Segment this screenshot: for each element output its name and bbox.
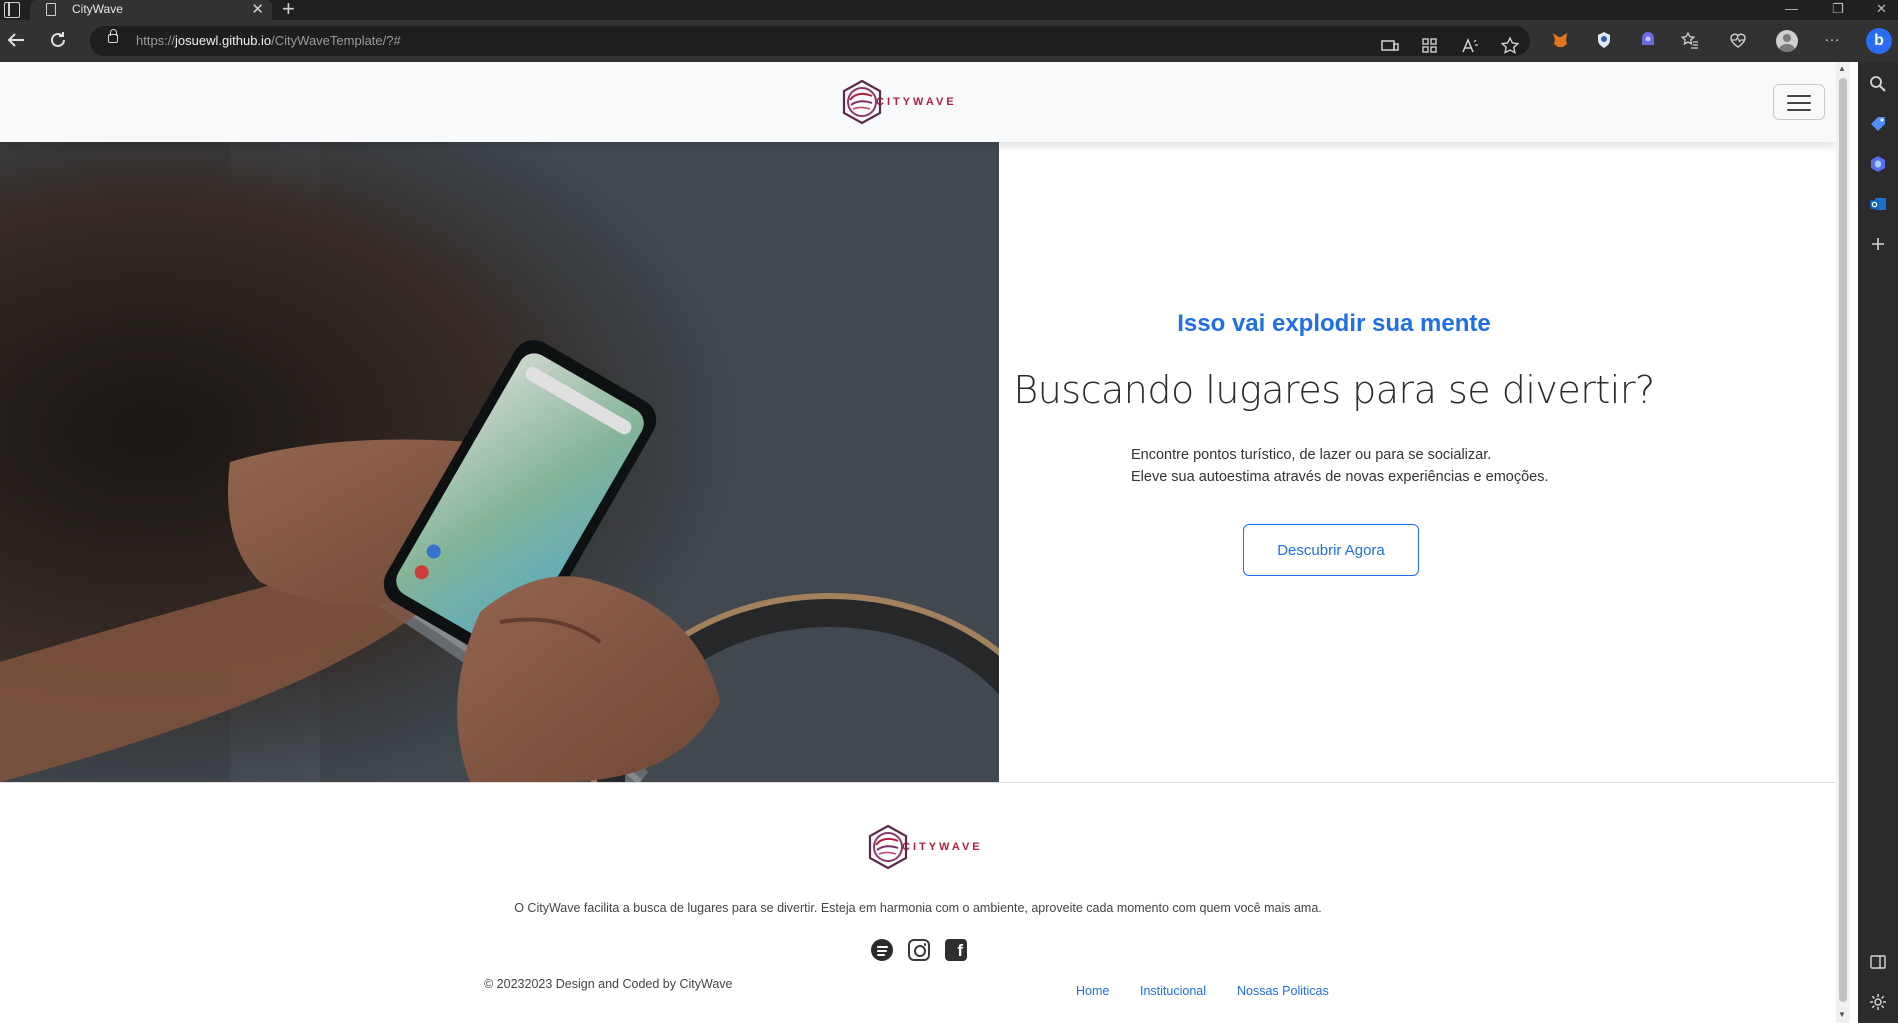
browser-toolbar: https://josuewl.github.io/CityWaveTempla… — [0, 20, 1898, 62]
metamask-extension-icon[interactable] — [1550, 30, 1570, 50]
hero-desc-line-1: Encontre pontos turístico, de lazer ou p… — [1131, 447, 1492, 463]
menu-bar — [1787, 102, 1811, 104]
url-text: https://josuewl.github.io/CityWaveTempla… — [136, 33, 401, 48]
tab-actions-icon[interactable] — [4, 2, 20, 18]
scroll-up-arrow-icon[interactable]: ▲ — [1838, 64, 1846, 74]
footer-link-institucional[interactable]: Institucional — [1140, 984, 1206, 998]
citywave-logo-icon — [864, 823, 912, 871]
footer-tagline: O CityWave facilita a busca de lugares p… — [514, 901, 1322, 915]
page-icon — [46, 3, 56, 16]
copilot-tools-icon[interactable] — [1868, 154, 1888, 174]
add-sidebar-app-icon[interactable] — [1868, 234, 1888, 254]
facebook-icon[interactable]: f — [945, 939, 967, 961]
favorite-star-icon[interactable] — [1500, 36, 1520, 56]
page-viewport: CITYWAVE Isso vai explodir sua mente Bus… — [0, 62, 1836, 1023]
menu-toggle-button[interactable] — [1773, 84, 1825, 120]
shopping-tag-icon[interactable] — [1868, 114, 1888, 134]
performance-heart-icon[interactable] — [1728, 30, 1748, 50]
tab-title: CityWave — [72, 2, 123, 16]
address-bar[interactable]: https://josuewl.github.io/CityWaveTempla… — [90, 26, 1530, 56]
footer-copyright: © 20232023 Design and Coded by CityWave — [484, 977, 733, 991]
hero-desc-line-2: Eleve sua autoestima através de novas ex… — [1131, 469, 1549, 485]
hero-description: Encontre pontos turístico, de lazer ou p… — [1131, 444, 1549, 488]
search-icon[interactable] — [1868, 74, 1888, 94]
refresh-icon[interactable] — [46, 28, 70, 52]
apps-icon[interactable] — [1420, 36, 1440, 56]
hero-headline: Buscando lugares para se divertir? — [1013, 368, 1655, 412]
favorites-list-icon[interactable] — [1680, 30, 1700, 50]
header-logo[interactable]: CITYWAVE — [838, 78, 957, 126]
close-tab-icon[interactable]: ✕ — [251, 0, 264, 20]
browser-essentials-icon[interactable] — [1638, 30, 1658, 50]
hide-sidebar-icon[interactable] — [1868, 952, 1888, 972]
profile-avatar-icon[interactable] — [1776, 30, 1798, 52]
browser-tab[interactable]: CityWave ✕ — [30, 0, 272, 20]
discover-now-button[interactable]: Descubrir Agora — [1243, 524, 1419, 576]
browser-sidebar — [1858, 62, 1898, 1023]
read-aloud-icon[interactable] — [1460, 36, 1480, 56]
page-scrollbar[interactable]: ▲ ▼ — [1836, 62, 1850, 1023]
menu-bar — [1787, 95, 1811, 97]
hero-image — [0, 142, 999, 782]
scroll-down-arrow-icon[interactable]: ▼ — [1838, 1010, 1846, 1020]
browser-tab-bar: CityWave ✕ + — ❐ ✕ — [0, 0, 1898, 21]
hero-content: Isso vai explodir sua mente Buscando lug… — [999, 142, 1836, 782]
footer-link-politicas[interactable]: Nossas Politicas — [1237, 984, 1329, 998]
site-navbar: CITYWAVE — [0, 62, 1836, 142]
shield-extension-icon[interactable] — [1594, 30, 1614, 50]
lock-icon — [108, 29, 118, 43]
bing-copilot-icon[interactable]: b — [1866, 28, 1892, 54]
site-footer: CITYWAVE O CityWave facilita a busca de … — [0, 783, 1836, 1023]
footer-brand-name: CITYWAVE — [902, 841, 983, 853]
hero-kicker: Isso vai explodir sua mente — [1177, 310, 1491, 337]
restore-button[interactable]: ❐ — [1832, 1, 1844, 17]
outlook-icon[interactable] — [1868, 194, 1888, 214]
minimize-button[interactable]: — — [1785, 1, 1798, 17]
settings-gear-icon[interactable] — [1868, 992, 1888, 1012]
menu-bar — [1787, 109, 1811, 111]
instagram-icon[interactable] — [908, 939, 930, 961]
citywave-logo-icon — [838, 78, 886, 126]
reader-view-icon[interactable] — [1380, 36, 1400, 56]
header-brand-name: CITYWAVE — [876, 96, 957, 108]
window-close-button[interactable]: ✕ — [1876, 1, 1887, 17]
more-options-icon[interactable]: ··· — [1822, 30, 1842, 50]
spotify-icon[interactable] — [871, 939, 893, 961]
back-arrow-icon[interactable] — [4, 28, 28, 52]
footer-logo[interactable]: CITYWAVE — [864, 823, 983, 871]
footer-link-home[interactable]: Home — [1076, 984, 1109, 998]
new-tab-button[interactable]: + — [282, 0, 295, 21]
scroll-thumb[interactable] — [1839, 78, 1847, 1002]
